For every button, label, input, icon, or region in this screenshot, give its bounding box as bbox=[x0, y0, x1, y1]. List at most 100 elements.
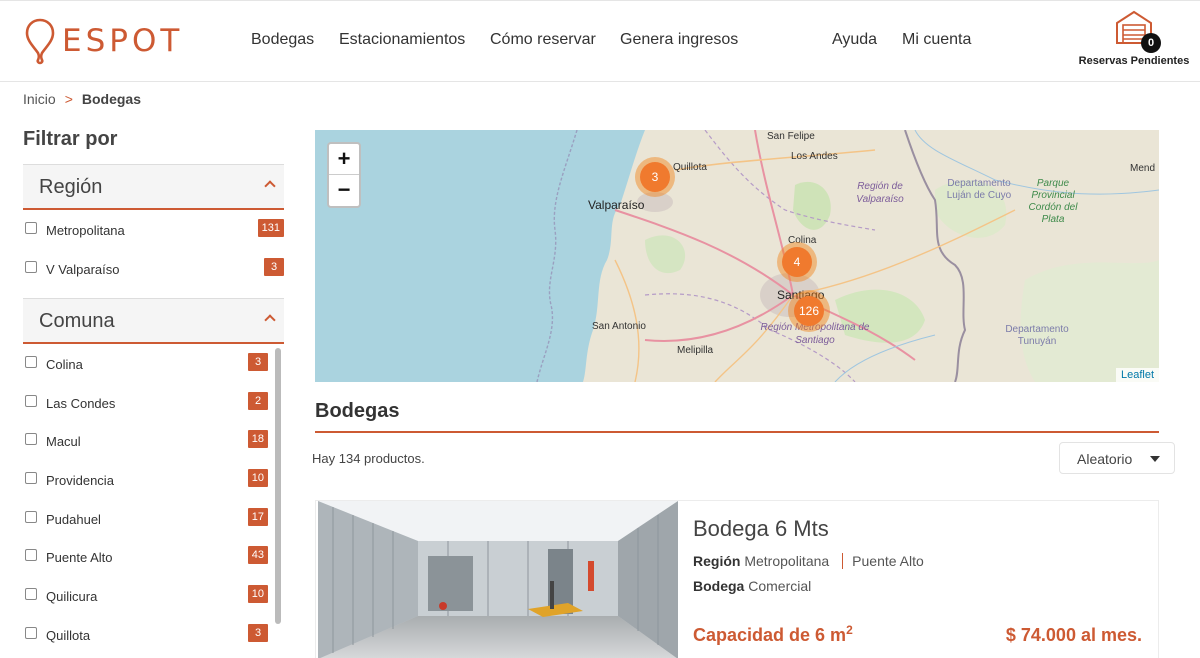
reservas-label: Reservas Pendientes bbox=[1078, 55, 1190, 67]
facet-count: 43 bbox=[247, 546, 268, 565]
facet-title: Región bbox=[39, 176, 103, 198]
nav-estacionamientos[interactable]: Estacionamientos bbox=[339, 31, 465, 49]
facet-label: Metropolitana bbox=[46, 223, 125, 238]
comuna-list: Colina 3 Las Condes 2 Macul 18 Providenc… bbox=[23, 344, 284, 658]
tipo-value: Comercial bbox=[748, 578, 812, 594]
map-label: Quillota bbox=[673, 162, 707, 173]
facet-item-quilicura[interactable]: Quilicura 10 bbox=[23, 580, 284, 619]
facet-label: Quilicura bbox=[46, 589, 98, 605]
cluster-count: 3 bbox=[640, 162, 670, 192]
checkbox[interactable] bbox=[25, 510, 37, 523]
facet-count: 3 bbox=[248, 353, 268, 371]
facet-label: Las Condes bbox=[46, 395, 116, 411]
map-cluster[interactable]: 3 bbox=[635, 157, 675, 197]
facet-item-puente-alto[interactable]: Puente Alto 43 bbox=[23, 541, 284, 580]
facet-item-las-condes[interactable]: Las Condes 2 bbox=[23, 387, 284, 426]
filter-title: Filtrar por bbox=[23, 128, 118, 150]
map-label: Parque Provincial Cordón del Plata bbox=[1028, 178, 1078, 225]
product-card[interactable]: Bodega 6 Mts Región Metropolitana Puente … bbox=[315, 500, 1159, 658]
facet-item-providencia[interactable]: Providencia 10 bbox=[23, 464, 284, 503]
checkbox[interactable] bbox=[25, 260, 37, 273]
facet-label: V Valparaíso bbox=[46, 261, 120, 277]
facet-count: 17 bbox=[247, 507, 268, 526]
facet-count: 3 bbox=[264, 257, 284, 276]
facet-label: Colina bbox=[46, 357, 83, 372]
map-cluster[interactable]: 4 bbox=[777, 242, 817, 282]
checkbox[interactable] bbox=[25, 356, 37, 368]
map-cluster[interactable]: 126 bbox=[788, 290, 830, 332]
checkbox[interactable] bbox=[25, 222, 37, 234]
facet-item-valparaiso[interactable]: V Valparaíso 3 bbox=[23, 253, 284, 292]
chevron-up-icon bbox=[264, 314, 276, 326]
chevron-up-icon bbox=[264, 180, 276, 192]
facet-label: Providencia bbox=[46, 473, 114, 489]
divider bbox=[315, 431, 1159, 433]
map-attribution[interactable]: Leaflet bbox=[1115, 368, 1159, 382]
region-value: Metropolitana bbox=[744, 553, 830, 569]
facet-item-quillota[interactable]: Quillota 3 bbox=[23, 619, 284, 658]
facet-item-macul[interactable]: Macul 18 bbox=[23, 425, 284, 464]
map-label: Los Andes bbox=[791, 151, 838, 162]
zoom-in-button[interactable]: + bbox=[329, 144, 359, 175]
facet-header-comuna[interactable]: Comuna bbox=[23, 298, 284, 344]
results-title: Bodegas bbox=[315, 400, 400, 422]
site-header: ESPOT Bodegas Estacionamientos Cómo rese… bbox=[0, 0, 1200, 82]
map-label: Departamento Luján de Cuyo bbox=[946, 178, 1012, 201]
product-location: Región Metropolitana Puente Alto bbox=[693, 553, 924, 569]
region-list: Metropolitana 131 V Valparaíso 3 bbox=[23, 210, 284, 298]
cluster-count: 126 bbox=[794, 296, 824, 326]
nav-bodegas[interactable]: Bodegas bbox=[251, 31, 314, 49]
nav-ayuda[interactable]: Ayuda bbox=[832, 31, 877, 49]
nav-genera-ingresos[interactable]: Genera ingresos bbox=[620, 31, 738, 49]
facet-item-metropolitana[interactable]: Metropolitana 131 bbox=[23, 214, 284, 253]
map-label: San Antonio bbox=[592, 321, 646, 332]
breadcrumb-home[interactable]: Inicio bbox=[23, 91, 56, 107]
facet-label: Puente Alto bbox=[46, 550, 113, 566]
nav-como-reservar[interactable]: Cómo reservar bbox=[490, 31, 596, 49]
results-count: Hay 134 productos. bbox=[312, 451, 425, 466]
map-label: Departamento Tunuyán bbox=[1005, 324, 1069, 347]
facet-item-pudahuel[interactable]: Pudahuel 17 bbox=[23, 503, 284, 542]
checkbox[interactable] bbox=[25, 588, 37, 601]
checkbox[interactable] bbox=[25, 394, 37, 407]
facet-count: 10 bbox=[247, 585, 268, 604]
reservas-pendientes[interactable]: 0 Reservas Pendientes bbox=[1078, 9, 1190, 67]
filter-sidebar: Filtrar por Región Metropolitana 131 V V… bbox=[23, 128, 284, 658]
sort-select[interactable]: Aleatorio bbox=[1059, 442, 1175, 474]
breadcrumb-separator: > bbox=[64, 91, 73, 107]
map-zoom-control: + − bbox=[327, 142, 361, 208]
tipo-label: Bodega bbox=[693, 578, 745, 594]
map-label: San Felipe bbox=[767, 131, 815, 142]
checkbox[interactable] bbox=[25, 433, 37, 446]
breadcrumb: Inicio > Bodegas bbox=[23, 91, 141, 107]
facet-title: Comuna bbox=[39, 310, 115, 332]
facet-label: Quillota bbox=[46, 627, 91, 643]
zoom-out-button[interactable]: − bbox=[329, 175, 359, 206]
results-map[interactable]: San Felipe Los Andes Quillota Valparaíso… bbox=[315, 130, 1159, 382]
checkbox[interactable] bbox=[25, 549, 37, 562]
warehouse-photo bbox=[318, 501, 678, 658]
facet-header-region[interactable]: Región bbox=[23, 164, 284, 210]
checkbox[interactable] bbox=[25, 472, 37, 485]
map-label: Melipilla bbox=[677, 345, 714, 356]
capacity-text: Capacidad de 6 m bbox=[693, 625, 847, 645]
comuna-value: Puente Alto bbox=[852, 553, 924, 569]
map-label: Región de Valparaíso bbox=[856, 181, 904, 205]
facet-count: 3 bbox=[248, 623, 268, 642]
sort-value: Aleatorio bbox=[1077, 451, 1133, 467]
facet-count: 131 bbox=[257, 219, 284, 237]
product-title[interactable]: Bodega 6 Mts bbox=[693, 516, 829, 542]
nav-mi-cuenta[interactable]: Mi cuenta bbox=[902, 31, 971, 49]
product-type: Bodega Comercial bbox=[693, 578, 811, 594]
region-label: Región bbox=[693, 553, 741, 569]
facet-label: Pudahuel bbox=[46, 511, 101, 527]
facet-item-colina[interactable]: Colina 3 bbox=[23, 348, 284, 387]
map-label: Mend bbox=[1130, 163, 1156, 174]
checkbox[interactable] bbox=[25, 626, 37, 639]
product-capacity: Capacidad de 6 m2 bbox=[693, 623, 853, 646]
logo[interactable]: ESPOT bbox=[24, 17, 183, 65]
product-image[interactable] bbox=[318, 501, 678, 658]
facet-count: 18 bbox=[247, 430, 268, 449]
product-price: $ 74.000 al mes. bbox=[1005, 625, 1142, 645]
location-pin-icon bbox=[25, 18, 55, 65]
